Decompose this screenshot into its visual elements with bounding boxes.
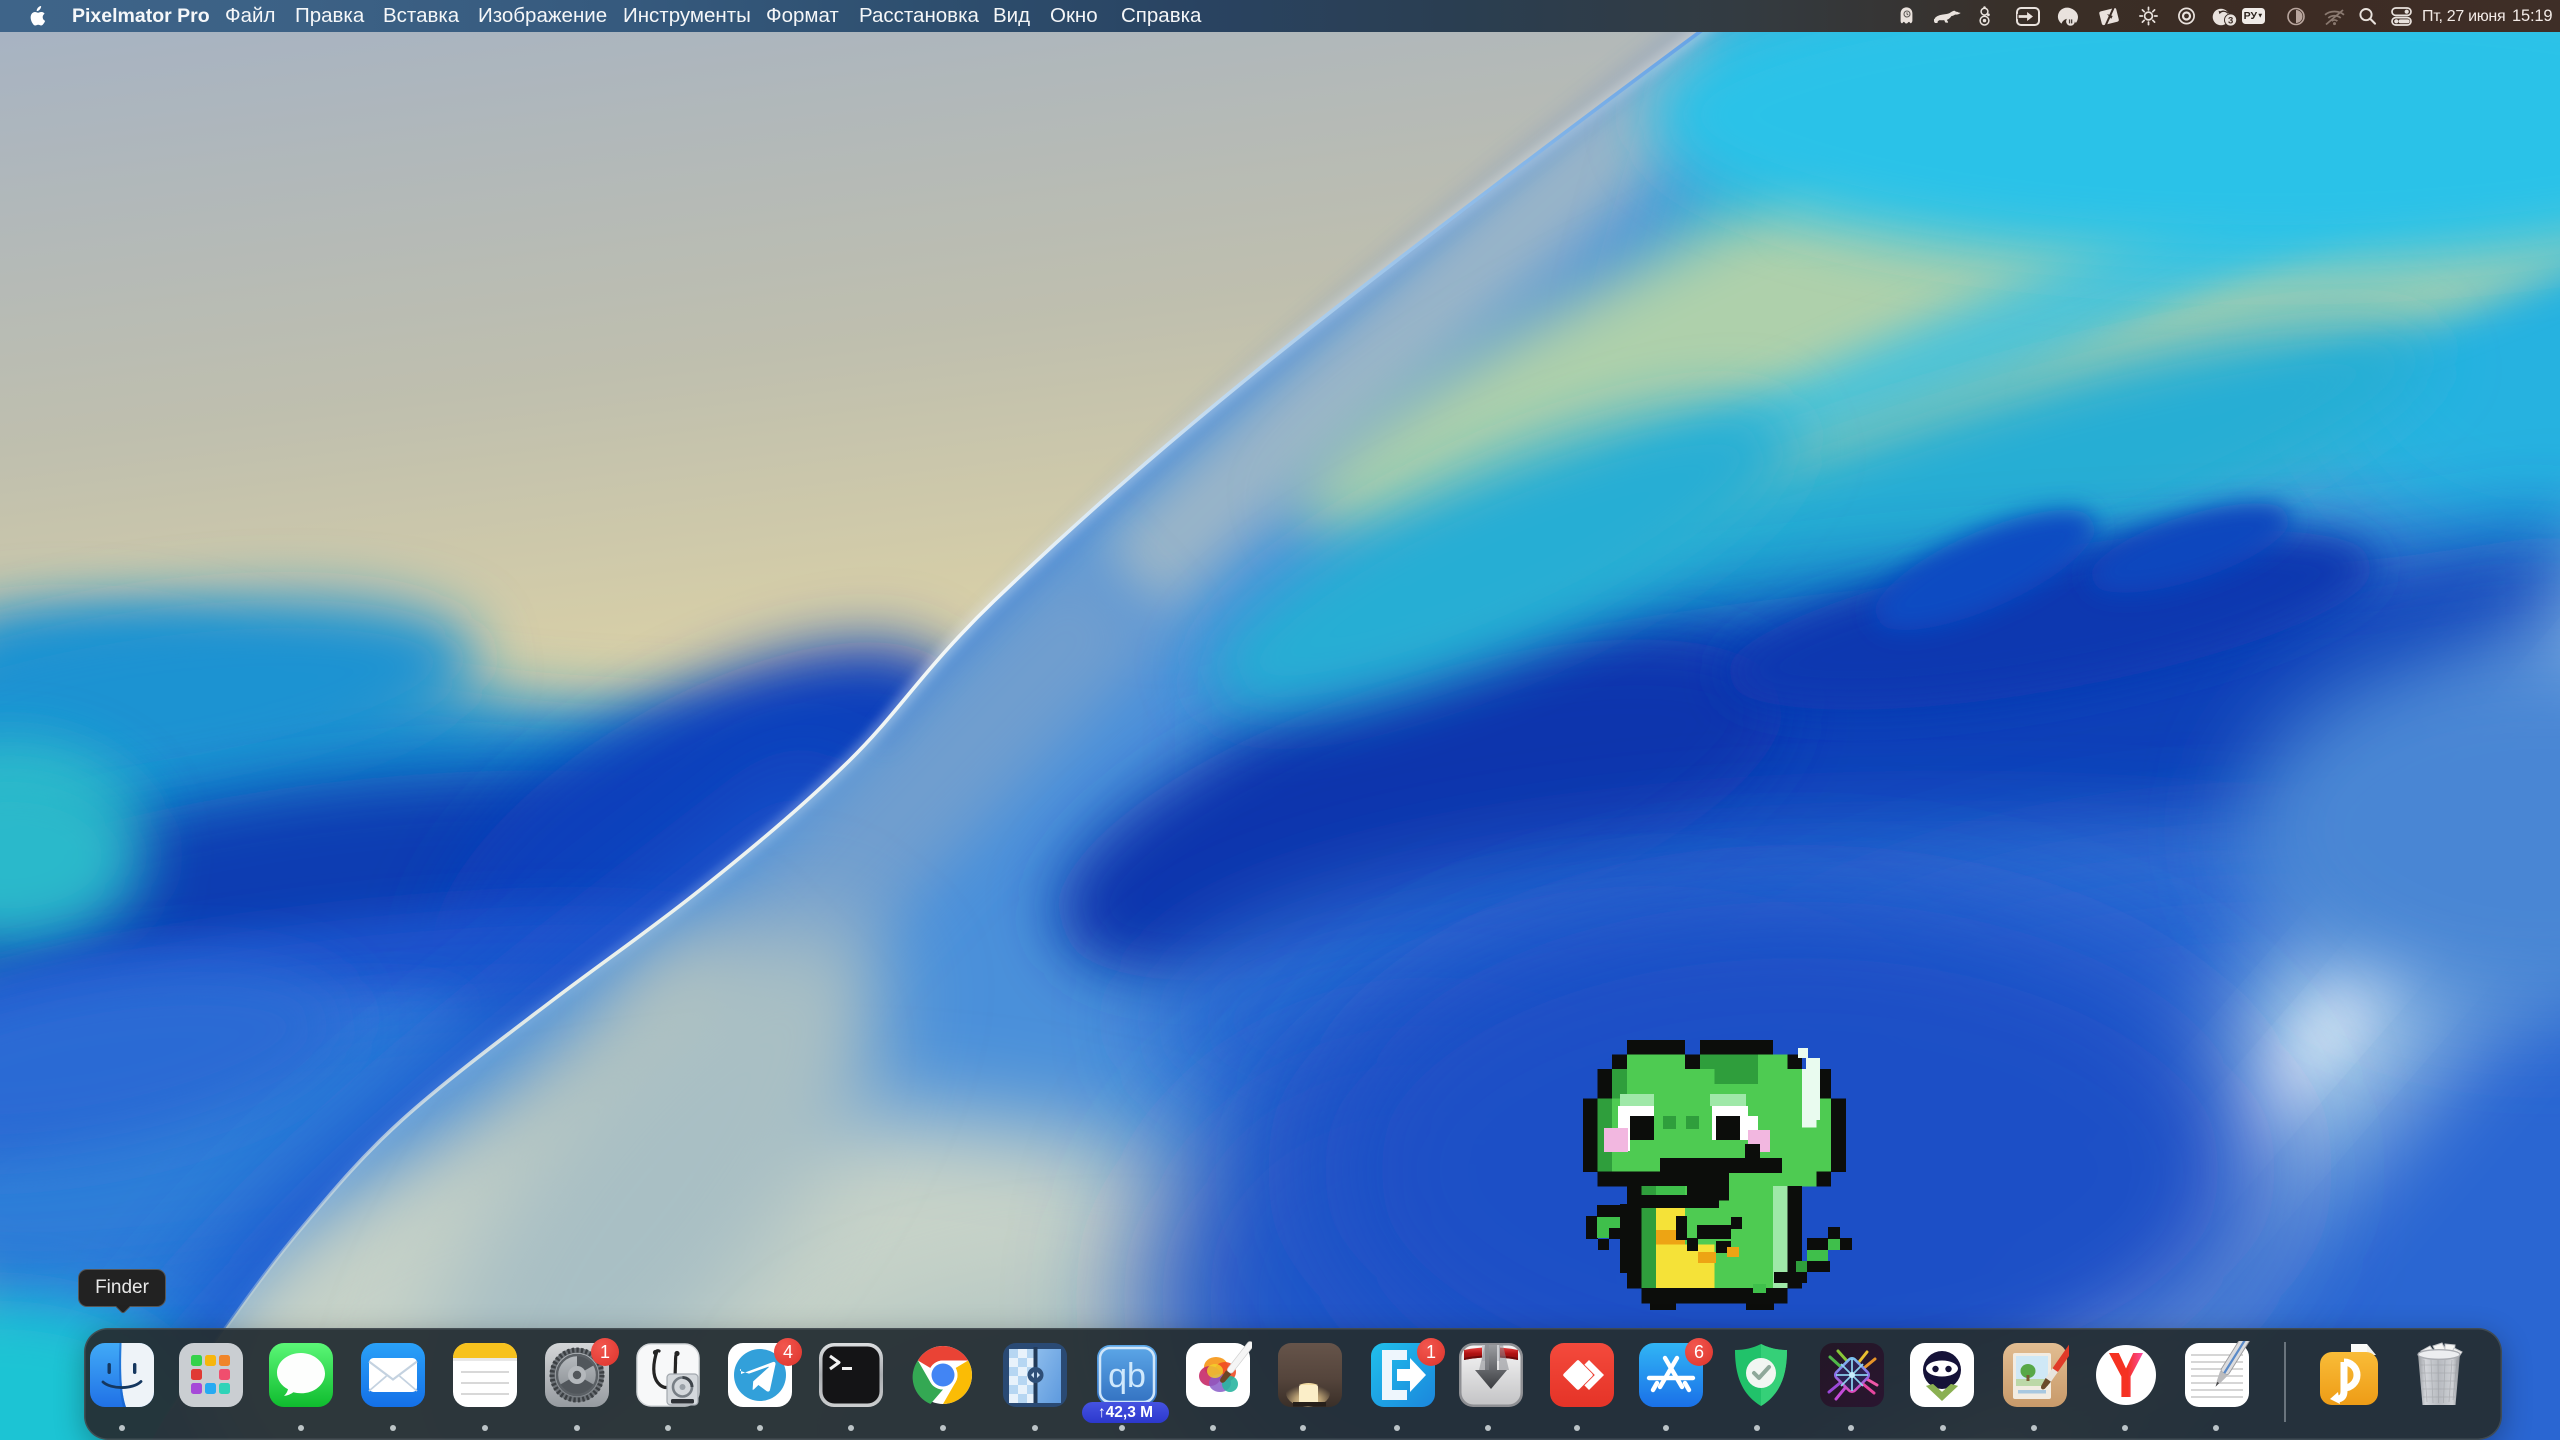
svg-text:qb: qb: [1108, 1357, 1146, 1395]
svg-text:3: 3: [2228, 15, 2233, 26]
